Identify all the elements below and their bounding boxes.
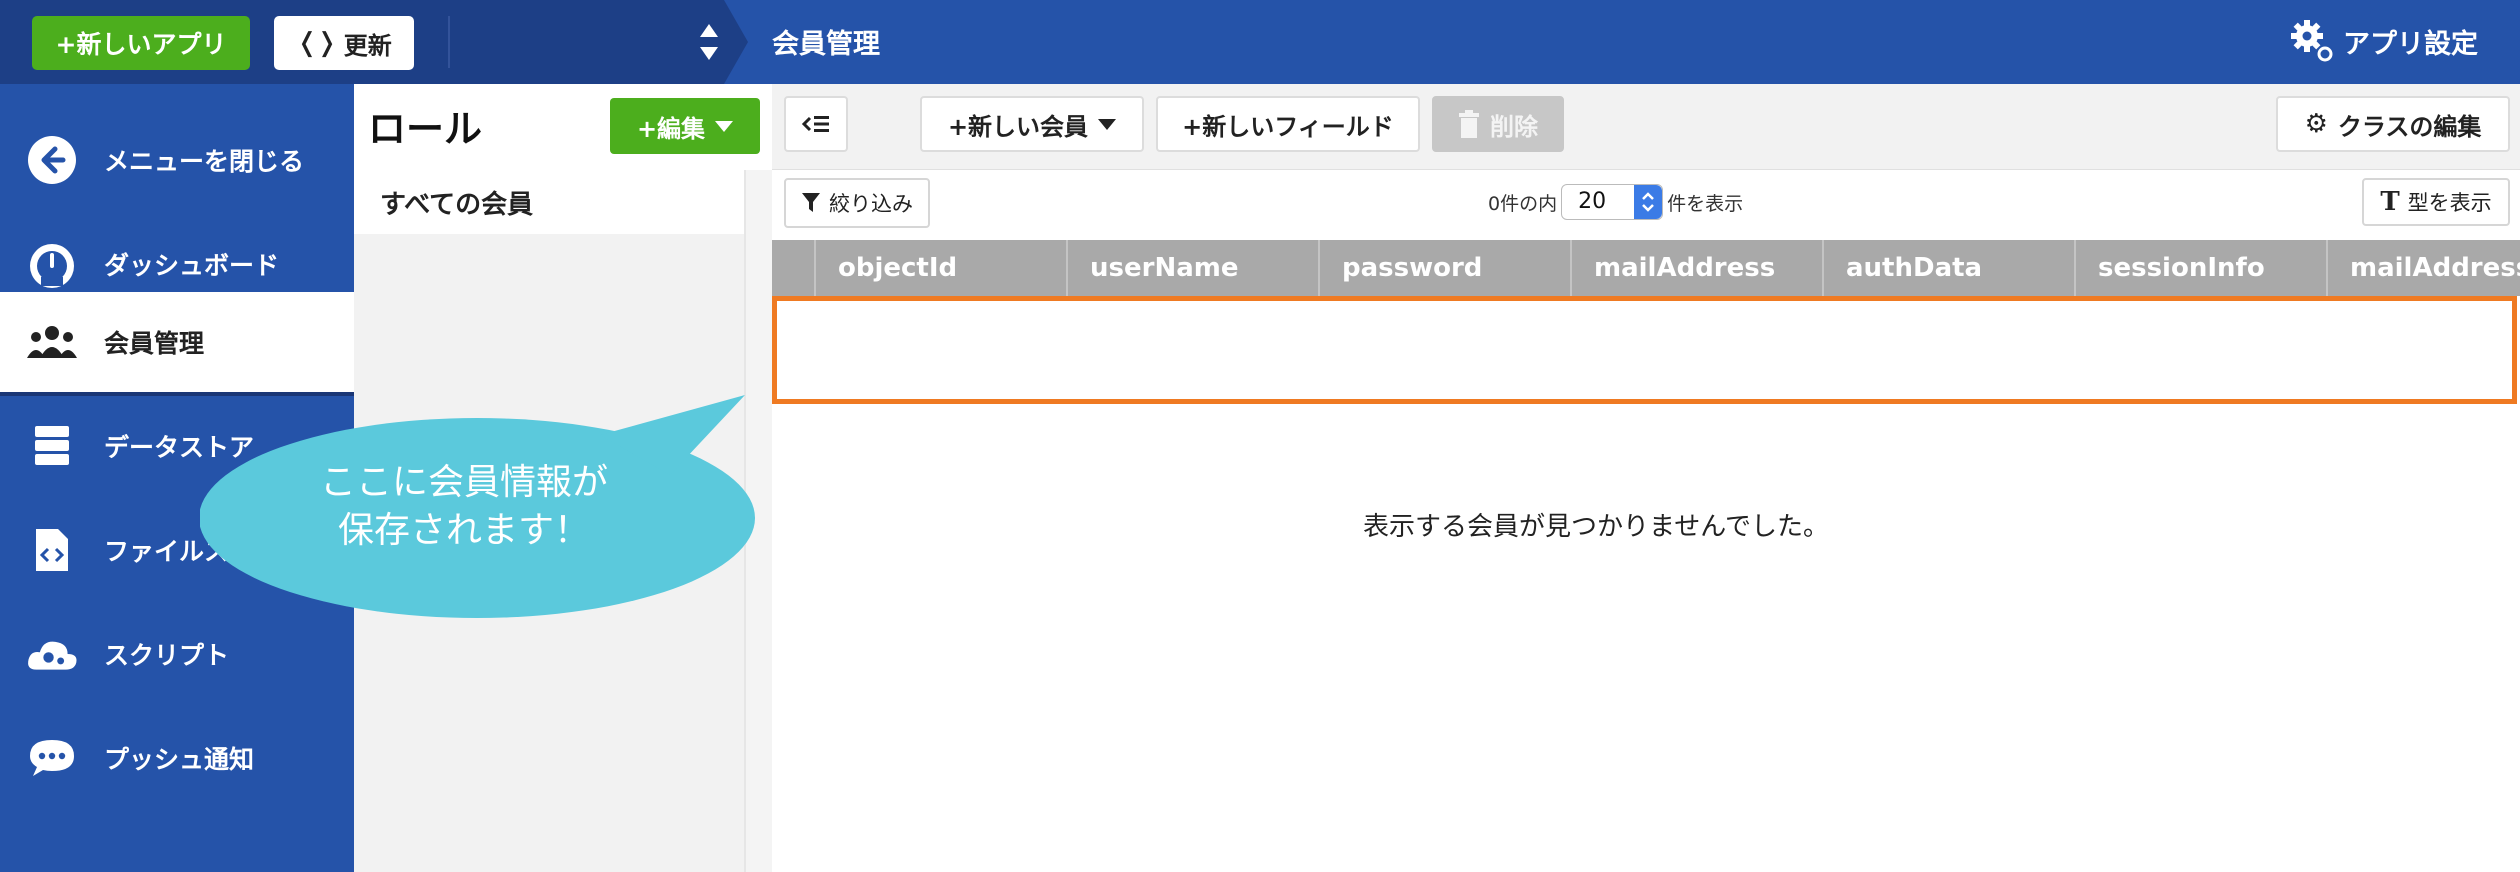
edit-class-label: クラスの編集 (2337, 112, 2482, 141)
sidebar-item-push[interactable]: プッシュ通知 (0, 706, 354, 810)
new-member-button[interactable]: +新しい会員 (920, 96, 1144, 152)
sidebar-item-members[interactable]: 会員管理 (0, 292, 354, 396)
gears-icon (2291, 20, 2333, 62)
column-header[interactable]: password (1318, 240, 1570, 296)
page-size-select[interactable]: 20 (1561, 184, 1664, 220)
column-header[interactable]: userName (1066, 240, 1318, 296)
show-type-button[interactable]: T 型を表示 (2362, 178, 2510, 226)
column-header[interactable]: objectId (814, 240, 1066, 296)
sidebar-item-label: ダッシュボード (104, 251, 280, 280)
page-size-value: 20 (1578, 189, 1607, 214)
empty-table-message: 表示する会員が見つかりませんでした。 (1363, 512, 1829, 542)
refresh-label: 更新 (343, 31, 392, 60)
show-type-label: 型を表示 (2407, 191, 2492, 215)
annotation-text: ここに会員情報が 保存されます！ (254, 459, 674, 555)
cloud-gears-icon (26, 628, 78, 680)
count-prefix: 0件の内 (1488, 192, 1558, 215)
file-code-icon (26, 524, 78, 576)
new-field-button[interactable]: +新しいフィールド (1156, 96, 1420, 152)
role-panel-title: ロール (368, 107, 483, 151)
sidebar-item-label: スクリプト (104, 641, 230, 670)
gauge-icon (26, 238, 78, 290)
filter-button[interactable]: 絞り込み (784, 178, 930, 228)
annotation-callout: ここに会員情報が 保存されます！ (199, 395, 760, 620)
annotation-line-1: ここに会員情報が (319, 462, 608, 503)
role-item-all-members[interactable]: すべての会員 (354, 170, 744, 234)
top-bar: +新しいアプリ ❬❭ 更新 会員管理 アプリ設定 (0, 0, 2520, 84)
database-icon (26, 420, 78, 472)
column-header[interactable]: mailAddress (2326, 240, 2520, 296)
filter-label: 絞り込み (829, 192, 913, 216)
role-edit-button[interactable]: +編集 (610, 98, 760, 154)
top-bar-divider (448, 16, 450, 68)
chevron-down-icon (715, 120, 734, 132)
top-bar-arrow (724, 0, 748, 84)
new-member-label: +新しい会員 (947, 112, 1089, 141)
text-type-icon: T (2380, 187, 2400, 217)
users-icon (26, 316, 78, 368)
count-suffix: 件を表示 (1667, 192, 1744, 215)
chevron-down-icon (1098, 118, 1117, 130)
refresh-icon: ❬❭ (296, 28, 338, 58)
delete-button[interactable]: 削除 (1432, 96, 1564, 152)
edit-class-button[interactable]: ⚙ クラスの編集 (2276, 96, 2510, 152)
table-header: objectId userName password mailAddress a… (772, 240, 2520, 296)
collapse-left-icon (801, 116, 829, 132)
sidebar-item-label: メニューを閉じる (104, 147, 305, 176)
select-spinner-icon (1634, 185, 1663, 219)
collapse-panel-button[interactable] (784, 96, 848, 152)
new-app-button[interactable]: +新しいアプリ (32, 16, 250, 70)
refresh-button[interactable]: ❬❭ 更新 (274, 16, 414, 70)
sidebar-item-label: プッシュ通知 (104, 745, 255, 774)
role-panel-header: ロール +編集 (354, 84, 772, 170)
column-header[interactable]: authData (1822, 240, 2074, 296)
record-count: 0件の内 20 件を表示 (1488, 178, 1743, 226)
delete-label: 削除 (1490, 112, 1538, 141)
trash-icon (1459, 110, 1479, 138)
select-all-column[interactable] (772, 240, 814, 296)
sidebar-item-close-menu[interactable]: メニューを閉じる (0, 108, 354, 212)
app-settings-button[interactable]: アプリ設定 (2289, 18, 2478, 64)
sidebar-item-label: 会員管理 (104, 329, 205, 358)
app-switch-updown-icon[interactable] (698, 22, 720, 62)
column-header[interactable]: mailAddress (1570, 240, 1822, 296)
annotation-line-2: 保存されます！ (337, 510, 590, 551)
highlight-row-box (772, 296, 2517, 404)
page-title: 会員管理 (772, 29, 880, 60)
role-edit-label: +編集 (636, 114, 706, 143)
app-settings-label: アプリ設定 (2343, 28, 2478, 60)
arrow-left-circle-icon (26, 134, 78, 186)
gear-icon: ⚙ (2304, 109, 2328, 139)
chat-bubble-icon (26, 732, 78, 784)
members-main: +新しい会員 +新しいフィールド 削除 ⚙ クラスの編集 絞り込み 0件の内 2… (772, 84, 2520, 872)
column-header[interactable]: sessionInfo (2074, 240, 2326, 296)
members-toolbar: +新しい会員 +新しいフィールド 削除 ⚙ クラスの編集 (772, 84, 2520, 170)
funnel-icon (802, 193, 820, 212)
